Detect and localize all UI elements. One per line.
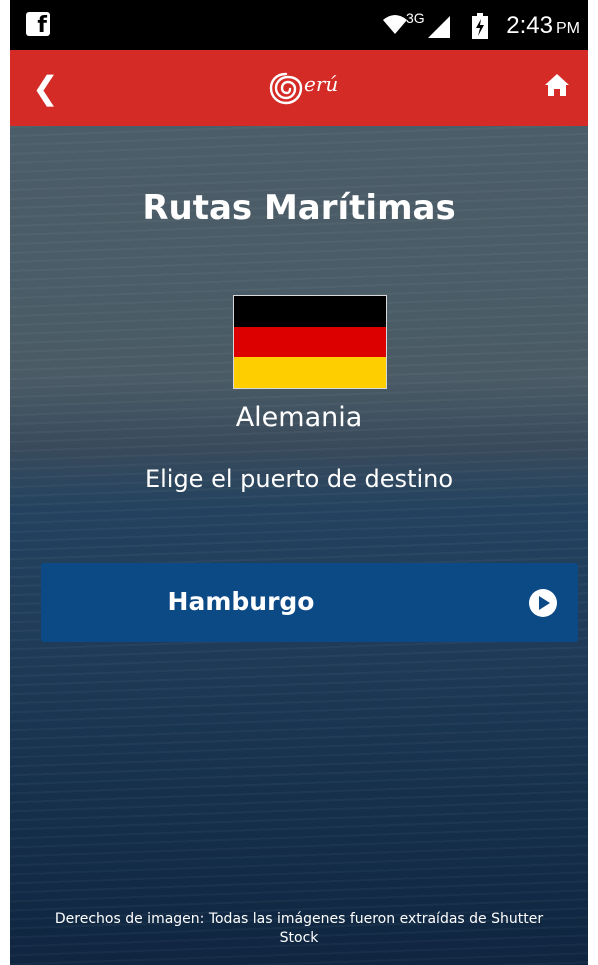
flag-stripe-red	[234, 326, 386, 358]
country-name: Alemania	[235, 402, 363, 433]
peru-logo: erú	[268, 70, 358, 110]
page-title: Rutas Marítimas	[142, 188, 456, 228]
flag-stripe-black	[234, 296, 386, 327]
status-bar: f 3G 2:43 PM	[10, 0, 588, 50]
app-screen: f 3G 2:43 PM ❮ erú Rutas Marítimas Alema…	[10, 0, 588, 965]
wifi-icon	[383, 15, 407, 34]
play-circle-icon	[529, 589, 557, 617]
home-button[interactable]	[544, 72, 570, 98]
destination-prompt: Elige el puerto de destino	[144, 465, 454, 493]
image-credits: Derechos de imagen: Todas las imágenes f…	[54, 911, 544, 946]
ocean-background	[10, 126, 588, 965]
clock: 2:43 PM	[506, 12, 580, 40]
logo-text: erú	[304, 72, 339, 96]
facebook-icon: f	[26, 12, 50, 36]
battery-charging-icon	[472, 13, 488, 39]
flag-stripe-gold	[234, 357, 386, 388]
cell-signal-icon	[428, 16, 450, 38]
port-label: Hamburgo	[167, 587, 315, 616]
chevron-left-icon: ❮	[32, 69, 59, 107]
network-type-label: 3G	[406, 10, 425, 26]
clock-time: 2:43	[506, 12, 553, 39]
port-button-hamburgo[interactable]: Hamburgo	[41, 563, 578, 642]
clock-period: PM	[556, 20, 580, 37]
back-button[interactable]: ❮	[32, 70, 62, 106]
app-header: ❮ erú	[10, 50, 588, 126]
peru-spiral-icon	[269, 72, 303, 105]
germany-flag	[233, 295, 387, 389]
